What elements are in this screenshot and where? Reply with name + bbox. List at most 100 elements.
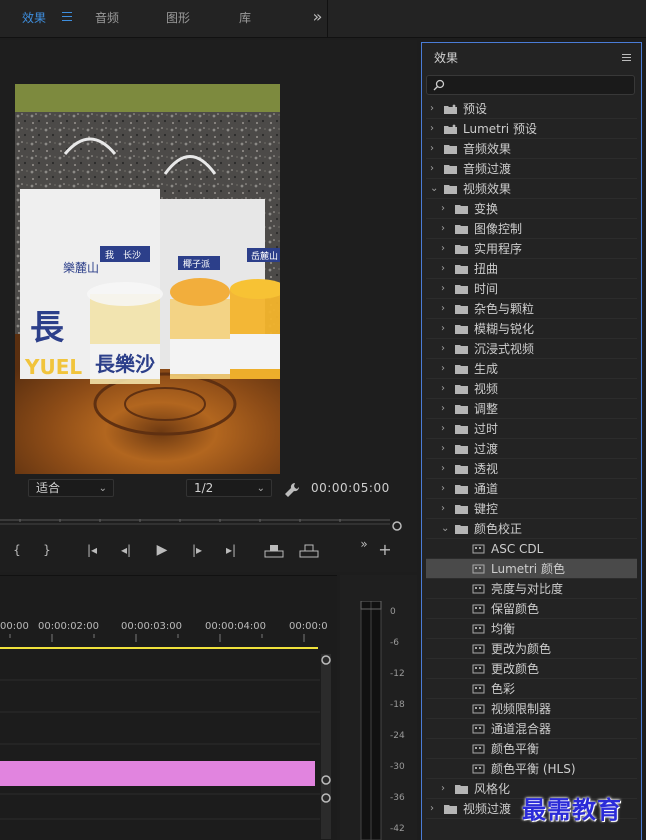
wrench-icon[interactable] (284, 482, 300, 498)
more-controls-button[interactable]: » (358, 534, 370, 554)
effect-item[interactable]: ASC CDL (426, 539, 637, 559)
mark-out-icon[interactable]: } (42, 540, 52, 560)
effect-folder[interactable]: › 视频 (426, 379, 637, 399)
search-icon (433, 79, 445, 91)
panel-menu-icon[interactable] (622, 54, 631, 63)
effect-item[interactable]: 保留颜色 (426, 599, 637, 619)
chevron-right-icon[interactable]: › (441, 479, 451, 499)
effect-folder[interactable]: › 过时 (426, 419, 637, 439)
effect-item[interactable]: 亮度与对比度 (426, 579, 637, 599)
effect-folder[interactable]: › 键控 (426, 499, 637, 519)
bag-sub-text: YUEL (24, 355, 82, 379)
effect-folder[interactable]: › 变换 (426, 199, 637, 219)
folder-icon (455, 525, 468, 534)
effect-folder[interactable]: › 时间 (426, 279, 637, 299)
effect-label: 透视 (474, 462, 499, 476)
effect-item[interactable]: 均衡 (426, 619, 637, 639)
effect-item[interactable]: 通道混合器 (426, 719, 637, 739)
chevron-right-icon[interactable]: › (441, 439, 451, 459)
effect-folder[interactable]: › 预设 (426, 99, 637, 119)
mark-in-icon[interactable]: { (12, 540, 22, 560)
effect-folder[interactable]: › 杂色与颗粒 (426, 299, 637, 319)
fit-select-value: 适合 (36, 481, 61, 495)
chevron-right-icon[interactable]: › (441, 499, 451, 519)
effect-icon (472, 644, 485, 654)
effect-item[interactable]: 色彩 (426, 679, 637, 699)
go-to-in-icon[interactable]: |◂ (84, 540, 100, 560)
effect-folder[interactable]: › 扭曲 (426, 259, 637, 279)
chevron-right-icon[interactable]: › (430, 119, 440, 139)
effect-label: 风格化 (474, 782, 511, 796)
chevron-right-icon[interactable]: › (441, 399, 451, 419)
effect-folder[interactable]: › 音频过渡 (426, 159, 637, 179)
tab-graphics[interactable]: 图形 (166, 0, 190, 38)
effect-item[interactable]: 更改颜色 (426, 659, 637, 679)
effects-search-input[interactable] (426, 75, 635, 95)
chevron-right-icon[interactable]: › (430, 799, 440, 819)
chevron-right-icon[interactable]: › (441, 459, 451, 479)
chevron-down-icon[interactable]: ⌄ (430, 179, 440, 199)
effect-item[interactable]: 视频限制器 (426, 699, 637, 719)
cup-tag-1: 我 (105, 250, 114, 261)
effect-item[interactable]: 更改为颜色 (426, 639, 637, 659)
chevron-right-icon[interactable]: › (441, 359, 451, 379)
chevron-right-icon[interactable]: › (441, 259, 451, 279)
effect-item[interactable]: Lumetri 颜色 (426, 559, 637, 579)
chevron-right-icon[interactable]: › (441, 219, 451, 239)
effect-label: 亮度与对比度 (491, 582, 564, 596)
tab-libraries[interactable]: 库 (239, 0, 251, 38)
add-button[interactable]: + (378, 540, 392, 560)
effect-folder[interactable]: ⌄ 颜色校正 (426, 519, 637, 539)
chevron-right-icon[interactable]: › (441, 419, 451, 439)
preset-folder-icon (444, 124, 457, 134)
resolution-select[interactable]: 1/2 ⌄ (186, 479, 272, 497)
chevron-right-icon[interactable]: › (430, 99, 440, 119)
chevron-right-icon[interactable]: › (441, 299, 451, 319)
effect-folder[interactable]: › 实用程序 (426, 239, 637, 259)
timeline-clip[interactable] (0, 761, 315, 786)
chevron-right-icon[interactable]: › (441, 279, 451, 299)
effect-folder[interactable]: › 调整 (426, 399, 637, 419)
chevron-right-icon[interactable]: › (441, 319, 451, 339)
chevron-right-icon[interactable]: › (441, 779, 451, 799)
folder-icon (455, 505, 468, 514)
chevron-right-icon[interactable]: › (441, 199, 451, 219)
chevron-right-icon[interactable]: › (430, 159, 440, 179)
chevron-down-icon[interactable]: ⌄ (441, 519, 451, 539)
fit-select[interactable]: 适合 ⌄ (28, 479, 114, 497)
tab-audio[interactable]: 音频 (95, 0, 119, 38)
folder-icon (455, 325, 468, 334)
extract-icon[interactable] (298, 543, 320, 559)
effect-folder[interactable]: › Lumetri 预设 (426, 119, 637, 139)
effect-folder[interactable]: › 音频效果 (426, 139, 637, 159)
monitor-scrubber[interactable] (0, 517, 402, 531)
effect-label: ASC CDL (491, 542, 544, 556)
effect-label: 过渡 (474, 442, 499, 456)
go-to-out-icon[interactable]: ▸| (222, 540, 240, 560)
effect-label: 实用程序 (474, 242, 523, 256)
tab-effects[interactable]: 效果 (22, 0, 46, 38)
step-back-icon[interactable]: ◂| (118, 540, 134, 560)
lift-icon[interactable] (263, 543, 285, 559)
effect-folder[interactable]: › 过渡 (426, 439, 637, 459)
chevron-right-icon[interactable]: › (441, 339, 451, 359)
workspace-overflow-button[interactable]: » (308, 0, 328, 38)
effect-folder[interactable]: › 沉浸式视频 (426, 339, 637, 359)
effect-folder[interactable]: › 透视 (426, 459, 637, 479)
chevron-right-icon[interactable]: › (441, 239, 451, 259)
effect-folder[interactable]: › 模糊与锐化 (426, 319, 637, 339)
tab-menu-icon[interactable] (62, 12, 72, 22)
chevron-right-icon[interactable]: › (430, 139, 440, 159)
chevron-right-icon[interactable]: › (441, 379, 451, 399)
folder-icon (455, 445, 468, 454)
scrubber-end-handle[interactable] (392, 521, 402, 531)
effect-item[interactable]: 颜色平衡 (426, 739, 637, 759)
effect-folder[interactable]: › 生成 (426, 359, 637, 379)
effect-item[interactable]: 颜色平衡 (HLS) (426, 759, 637, 779)
effect-folder[interactable]: ⌄ 视频效果 (426, 179, 637, 199)
effect-folder[interactable]: › 通道 (426, 479, 637, 499)
play-icon[interactable]: ▶ (154, 540, 170, 560)
step-forward-icon[interactable]: |▸ (189, 540, 205, 560)
effect-label: 颜色平衡 (491, 742, 540, 756)
effect-folder[interactable]: › 图像控制 (426, 219, 637, 239)
